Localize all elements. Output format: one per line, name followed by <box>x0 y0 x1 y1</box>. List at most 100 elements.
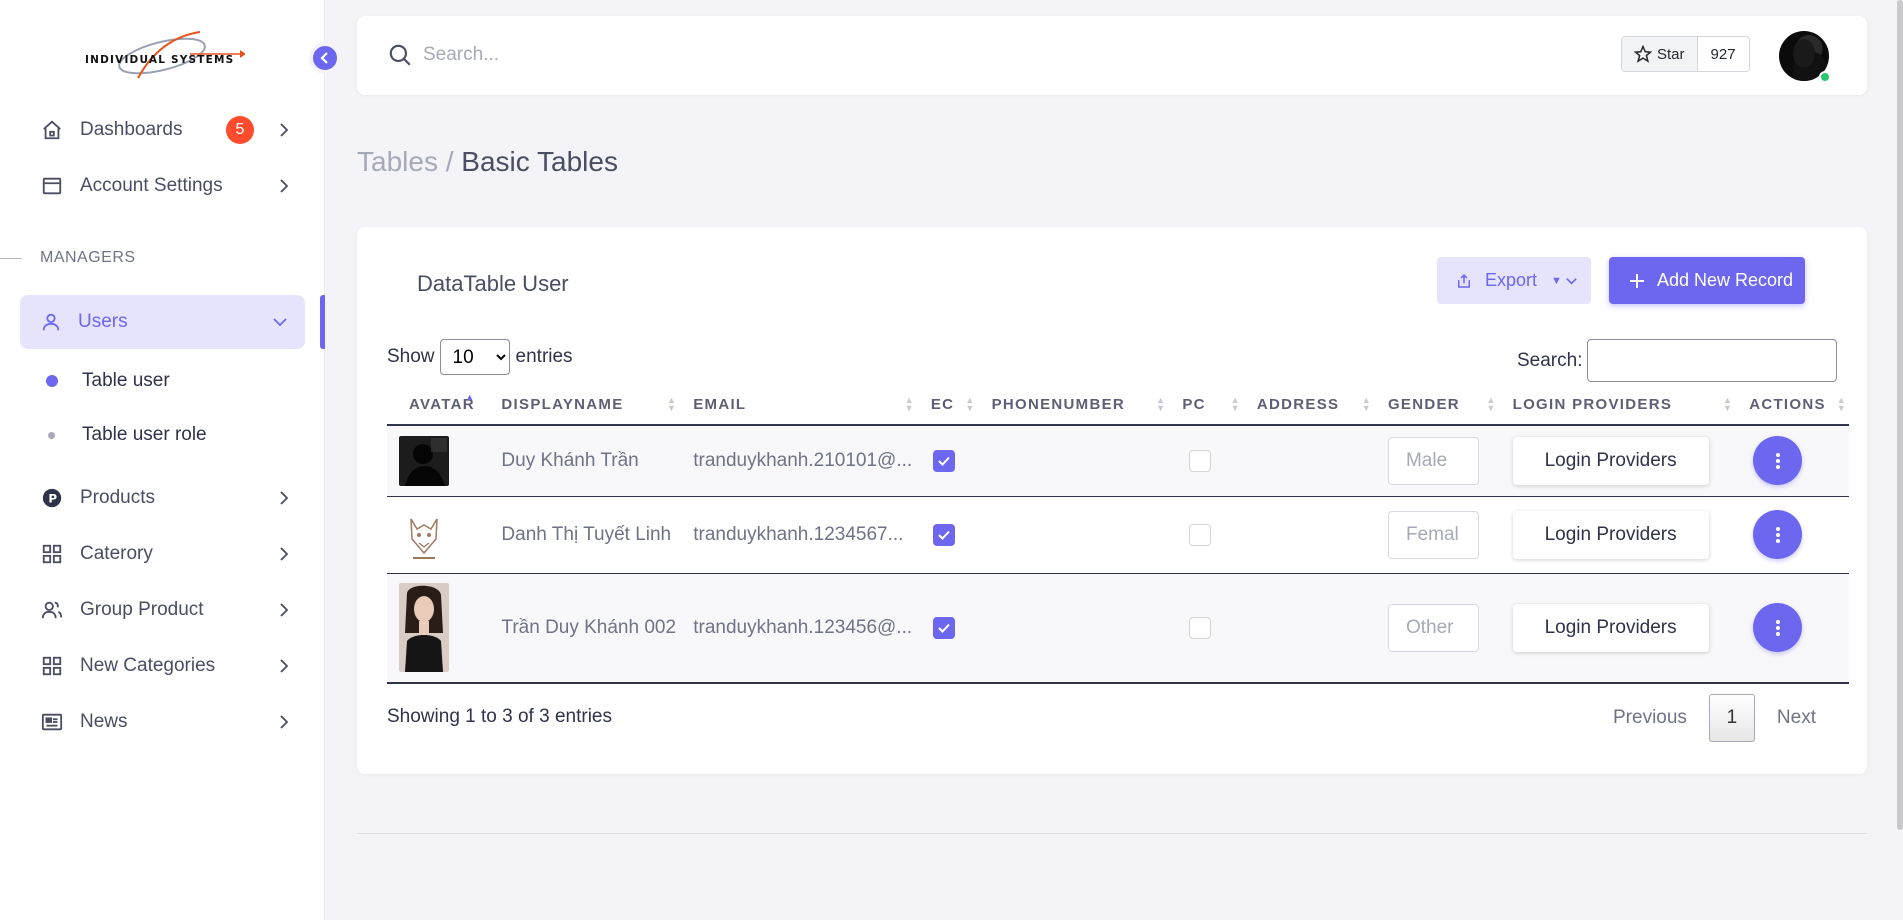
column-header-actions[interactable]: ACTIONS ▲ ▼ <box>1739 384 1849 426</box>
chevron-right-icon <box>276 658 292 674</box>
sidebar-item-caterory[interactable]: Caterory <box>40 534 292 574</box>
star-button[interactable]: Star <box>1622 37 1698 71</box>
brand-logo[interactable]: INDIVIDUAL SYSTEMS <box>80 28 246 84</box>
sidebar-item-label: Caterory <box>80 543 153 564</box>
column-header-label: GENDER <box>1387 395 1460 413</box>
sidebar-item-products[interactable]: P Products <box>40 478 292 518</box>
login-providers-button[interactable]: Login Providers <box>1512 436 1709 485</box>
avatar-thumbnail[interactable] <box>399 504 449 565</box>
section-title: MANAGERS <box>40 249 136 266</box>
column-header-email[interactable]: EMAIL ▲ ▼ <box>683 384 921 426</box>
avatar-thumbnail[interactable] <box>399 583 449 673</box>
export-button[interactable]: Export ▼ <box>1437 257 1591 304</box>
column-header-gender[interactable]: GENDER ▲ ▼ <box>1377 384 1503 426</box>
column-header-pc[interactable]: PC ▲ ▼ <box>1172 384 1247 426</box>
grid-icon <box>40 542 64 566</box>
email-confirmed-checkbox[interactable] <box>932 616 955 639</box>
column-header-label: EMAIL <box>693 395 747 413</box>
add-new-record-button[interactable]: Add New Record <box>1609 257 1805 304</box>
sidebar-item-news[interactable]: News <box>40 702 292 742</box>
email-cell: tranduykhanh.123456@... <box>683 573 921 684</box>
svg-text:INDIVIDUAL SYSTEMS: INDIVIDUAL SYSTEMS <box>85 54 234 66</box>
datatable-card: DataTable User Export ▼ Add New Record S… <box>357 227 1867 774</box>
email-confirmed-checkbox[interactable] <box>932 449 955 472</box>
online-status-dot <box>1819 71 1831 83</box>
row-actions-button[interactable] <box>1753 603 1803 653</box>
previous-page-button[interactable]: Previous <box>1595 694 1705 742</box>
email-cell: tranduykhanh.1234567... <box>683 496 921 574</box>
sidebar-subitem-label: Table user <box>82 370 170 391</box>
sidebar-subitem-label: Table user role <box>82 424 207 445</box>
login-providers-cell: Login Providers <box>1502 496 1740 574</box>
sidebar-item-new-categories[interactable]: New Categories <box>40 646 292 686</box>
login-providers-button[interactable]: Login Providers <box>1512 603 1709 652</box>
sidebar-item-label: Group Product <box>80 599 204 620</box>
gender-field[interactable]: Femal <box>1387 510 1479 559</box>
star-count[interactable]: 927 <box>1697 37 1749 71</box>
page-scrollbar[interactable] <box>1897 0 1903 830</box>
gender-field[interactable]: Male <box>1387 436 1479 485</box>
sort-icon: ▲ <box>465 392 476 402</box>
search-icon[interactable] <box>387 42 413 74</box>
bullet-icon <box>46 375 58 387</box>
table-row: Duy Khánh Trần tranduykhanh.210101@... M… <box>387 425 1849 497</box>
gender-field[interactable]: Other <box>1387 603 1479 652</box>
column-header-label: EC <box>930 395 955 413</box>
global-search-input[interactable] <box>423 38 1023 72</box>
next-page-button[interactable]: Next <box>1759 694 1834 742</box>
table-info: Showing 1 to 3 of 3 entries <box>387 706 612 727</box>
table-row: Danh Thị Tuyết Linh tranduykhanh.1234567… <box>387 496 1849 574</box>
phonenumber-cell <box>981 496 1173 574</box>
sort-icon: ▲ ▼ <box>1722 395 1734 413</box>
table-search-input[interactable] <box>1587 339 1838 382</box>
chevron-right-icon <box>276 178 292 194</box>
column-header-address[interactable]: ADDRESS ▲ ▼ <box>1246 384 1378 426</box>
more-vertical-icon <box>1775 452 1781 470</box>
sidebar-item-users[interactable]: Users <box>20 295 305 349</box>
window-icon <box>40 174 64 198</box>
column-header-login-providers[interactable]: LOGIN PROVIDERS ▲ ▼ <box>1502 384 1740 426</box>
email-cell: tranduykhanh.210101@... <box>683 425 921 497</box>
sidebar-item-label: Users <box>78 311 128 332</box>
column-header-phonenumber[interactable]: PHONENUMBER ▲ ▼ <box>981 384 1173 426</box>
plus-icon <box>1629 273 1645 289</box>
gender-cell: Male <box>1377 425 1503 497</box>
page-length-select[interactable]: 10 25 50 100 <box>439 339 510 375</box>
breadcrumb-parent[interactable]: Tables / <box>357 146 454 177</box>
sort-icon: ▲ ▼ <box>904 395 915 413</box>
column-header-avatar[interactable]: AVATAR ▲ <box>387 384 492 426</box>
sidebar-collapse-button[interactable] <box>309 42 341 74</box>
sidebar-item-group-product[interactable]: Group Product <box>40 590 292 630</box>
sidebar-subitem-table-user-role[interactable]: Table user role <box>46 420 207 450</box>
phone-confirmed-checkbox[interactable] <box>1189 616 1212 639</box>
column-header-label: LOGIN PROVIDERS <box>1512 395 1673 413</box>
chevron-down-icon <box>1566 277 1577 285</box>
upload-icon <box>1455 271 1473 291</box>
column-header-ec[interactable]: EC ▲ ▼ <box>920 384 982 426</box>
phone-confirmed-checkbox[interactable] <box>1189 449 1212 472</box>
table-header-row: AVATAR ▲ DISPLAYNAME ▲ ▼ EMAIL ▲ ▼ EC ▲ ▼ PHONE… <box>387 384 1849 426</box>
chevron-right-icon <box>276 122 292 138</box>
column-header-label: PHONENUMBER <box>991 395 1126 413</box>
svg-text:P: P <box>48 492 57 506</box>
avatar-image <box>1793 39 1815 67</box>
row-actions-button[interactable] <box>1753 510 1803 559</box>
chevron-right-icon <box>276 546 292 562</box>
notification-badge: 5 <box>226 116 254 144</box>
column-header-displayname[interactable]: DISPLAYNAME ▲ ▼ <box>491 384 684 426</box>
avatar-thumbnail[interactable] <box>399 435 449 486</box>
more-vertical-icon <box>1775 619 1781 637</box>
gender-cell: Other <box>1377 573 1503 684</box>
column-header-label: ACTIONS <box>1749 395 1826 413</box>
phone-confirmed-checkbox[interactable] <box>1189 523 1212 546</box>
email-confirmed-checkbox[interactable] <box>932 523 955 546</box>
row-actions-button[interactable] <box>1753 436 1803 486</box>
login-providers-button[interactable]: Login Providers <box>1512 510 1709 559</box>
home-icon <box>40 118 64 142</box>
footer-divider <box>357 833 1867 834</box>
sidebar-item-dashboards[interactable]: Dashboards 5 <box>40 110 292 150</box>
sidebar-subitem-table-user[interactable]: Table user <box>46 366 170 396</box>
login-providers-cell: Login Providers <box>1502 573 1740 684</box>
page-button-current[interactable]: 1 <box>1708 694 1755 742</box>
sidebar-item-account-settings[interactable]: Account Settings <box>40 166 292 206</box>
